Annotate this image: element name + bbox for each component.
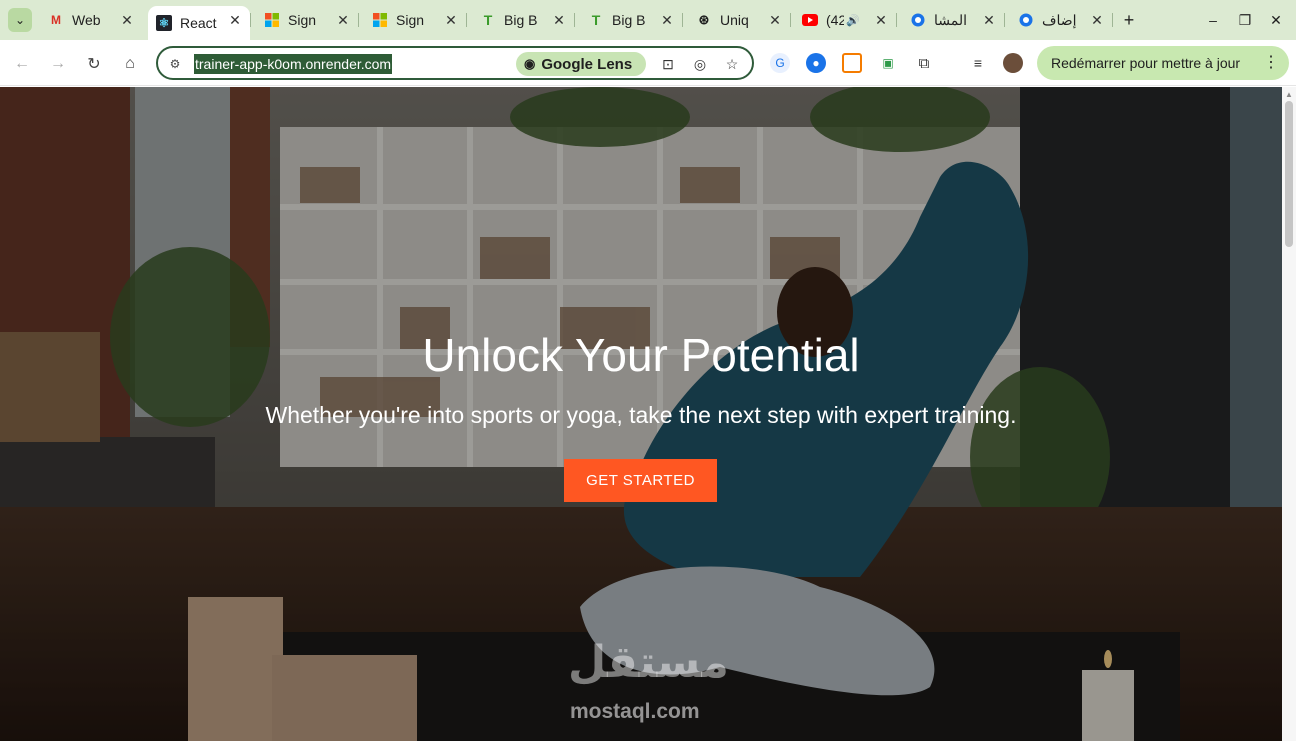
tab-big-b[interactable]: T Big B ✕	[472, 6, 574, 34]
tab-sign-in[interactable]: Sign ✕	[256, 6, 358, 34]
youtube-icon	[802, 12, 818, 28]
get-started-button[interactable]: GET STARTED	[564, 459, 717, 502]
react-icon: ⚛	[156, 15, 172, 31]
vertical-scrollbar[interactable]: ▲	[1282, 87, 1296, 741]
scroll-up-icon[interactable]: ▲	[1285, 90, 1293, 99]
tab-separator	[1112, 13, 1113, 27]
tab-title: المشا	[934, 11, 968, 28]
lens-icon: ◉	[524, 56, 536, 71]
tab-arabic-1[interactable]: المشا ✕	[902, 6, 1004, 34]
hero-subtitle: Whether you're into sports or yoga, take…	[265, 402, 1017, 428]
close-tab-icon[interactable]: ✕	[442, 11, 460, 29]
update-button[interactable]: Redémarrer pour mettre à jour ⋮	[1037, 46, 1289, 80]
gmail-icon: M	[51, 13, 61, 27]
home-icon[interactable]: ⌂	[118, 52, 142, 76]
tab-title: Big B	[504, 12, 538, 28]
close-tab-icon[interactable]: ✕	[872, 11, 890, 29]
tab-sign-in[interactable]: Sign ✕	[364, 6, 466, 34]
circle-icon	[1018, 12, 1034, 28]
page-viewport: Unlock Your Potential Whether you're int…	[0, 87, 1282, 741]
microsoft-icon	[372, 12, 388, 28]
install-app-icon[interactable]: ⊡	[658, 54, 678, 74]
bookmark-star-icon[interactable]: ☆	[722, 54, 742, 74]
minimize-icon[interactable]: –	[1203, 10, 1223, 30]
tab-separator	[466, 13, 467, 27]
close-tab-icon[interactable]: ✕	[550, 11, 568, 29]
grammarly-icon[interactable]: G	[770, 53, 790, 73]
close-tab-icon[interactable]: ✕	[1088, 11, 1106, 29]
tab-separator	[358, 13, 359, 27]
google-lens-button[interactable]: ◉ Google Lens	[516, 52, 646, 76]
eye-off-icon[interactable]: ◎	[690, 54, 710, 74]
site-info-icon[interactable]: ⚙	[166, 55, 184, 73]
menu-dots-icon[interactable]: ⋮	[1263, 52, 1279, 72]
restore-icon[interactable]: ❐	[1235, 10, 1255, 30]
tab-big-b[interactable]: T Big B ✕	[580, 6, 682, 34]
tab-title: Sign	[288, 12, 317, 28]
tab-strip: ⌄ M Web ✕ ⚛ React ✕ Sign ✕ Sign ✕ T Big …	[0, 0, 1296, 40]
update-label: Redémarrer pour mettre à jour	[1051, 55, 1241, 71]
tab-search-button[interactable]: ⌄	[8, 8, 32, 32]
tab-title: (42	[826, 12, 844, 28]
url-text[interactable]: trainer-app-k0om.onrender.com	[194, 54, 393, 74]
back-icon[interactable]: ←	[10, 52, 34, 76]
close-window-icon[interactable]: ✕	[1266, 10, 1286, 30]
tab-unique[interactable]: ⊛ Uniq ✕	[688, 6, 790, 34]
browser-toolbar: ← → ↻ ⌂ ⚙ trainer-app-k0om.onrender.com …	[0, 40, 1296, 86]
watermark-arabic: مستقل	[568, 637, 729, 688]
watermark-latin: mostaql.com	[570, 700, 700, 723]
close-tab-icon[interactable]: ✕	[334, 11, 352, 29]
close-tab-icon[interactable]: ✕	[658, 11, 676, 29]
close-tab-icon[interactable]: ✕	[980, 11, 998, 29]
media-controls-icon[interactable]: ≡	[968, 53, 988, 73]
extension-blue-icon[interactable]: ●	[806, 53, 826, 73]
tab-title: Web	[72, 12, 101, 28]
tab-title: Sign	[396, 12, 425, 28]
tab-react[interactable]: ⚛ React ✕	[148, 6, 250, 40]
tab-title: Big B	[612, 12, 646, 28]
speaker-icon[interactable]: 🔊	[846, 14, 860, 27]
chevron-down-icon: ⌄	[14, 13, 26, 27]
extensions-puzzle-icon[interactable]: ⧉	[914, 53, 934, 73]
tab-separator	[250, 13, 251, 27]
tab-title: Uniq	[720, 12, 749, 28]
extension-green-icon[interactable]: ▣	[878, 53, 898, 73]
tab-separator	[682, 13, 683, 27]
hero-title: Unlock Your Potential	[422, 329, 860, 381]
close-tab-icon[interactable]: ✕	[118, 11, 136, 29]
new-tab-icon[interactable]: +	[1119, 10, 1139, 30]
tab-arabic-2[interactable]: إضاف ✕	[1010, 6, 1112, 34]
t-icon: T	[591, 12, 601, 28]
avatar[interactable]	[1003, 53, 1023, 73]
microsoft-icon	[264, 12, 280, 28]
tab-separator	[790, 13, 791, 27]
close-tab-icon[interactable]: ✕	[226, 11, 244, 29]
t-icon: T	[483, 12, 493, 28]
tab-title: إضاف	[1042, 11, 1077, 28]
extension-orange-icon[interactable]	[842, 53, 862, 73]
tab-separator	[574, 13, 575, 27]
lens-label: Google Lens	[541, 55, 633, 73]
tab-separator	[896, 13, 897, 27]
forward-icon[interactable]: →	[46, 52, 70, 76]
circle-icon	[910, 12, 926, 28]
reload-icon[interactable]: ↻	[82, 52, 106, 76]
close-tab-icon[interactable]: ✕	[766, 11, 784, 29]
scrollbar-thumb[interactable]	[1285, 101, 1293, 247]
tab-title: React	[180, 15, 217, 31]
tab-youtube[interactable]: (42 🔊 ✕	[794, 6, 896, 34]
openai-icon: ⊛	[698, 12, 710, 27]
address-bar[interactable]: ⚙ trainer-app-k0om.onrender.com ◉ Google…	[156, 46, 754, 80]
tab-separator	[1004, 13, 1005, 27]
tab-gmail[interactable]: M Web ✕	[40, 6, 142, 34]
